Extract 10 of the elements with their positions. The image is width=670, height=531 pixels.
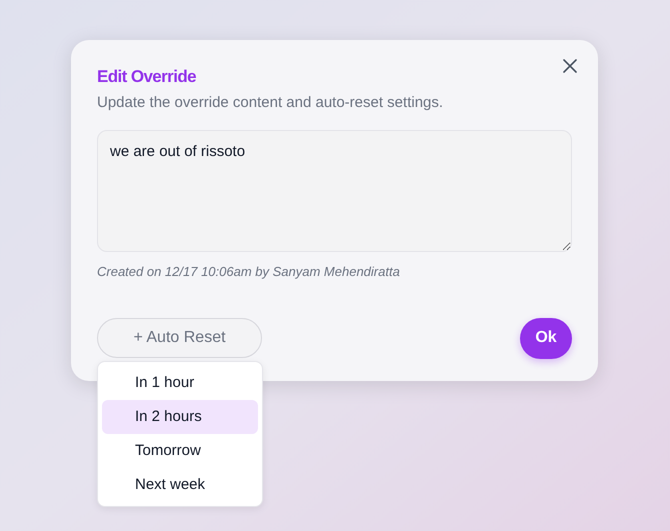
menu-item[interactable]: In 1 hour xyxy=(102,366,258,400)
auto-reset-button[interactable]: + Auto Reset xyxy=(97,318,262,358)
created-info: Created on 12/17 10:06am by Sanyam Mehendiratta xyxy=(97,263,401,281)
content-field[interactable]: we are out of rissoto xyxy=(97,130,572,252)
menu-item[interactable]: In 2 hours xyxy=(102,400,258,434)
menu-item[interactable]: Tomorrow xyxy=(102,434,258,468)
menu-item[interactable]: Next week xyxy=(102,468,258,502)
ok-button[interactable]: Ok xyxy=(520,318,572,358)
dialog-subtitle: Update the override content and auto-reset settings. xyxy=(97,93,444,113)
dialog-title: Edit Override xyxy=(97,66,197,88)
